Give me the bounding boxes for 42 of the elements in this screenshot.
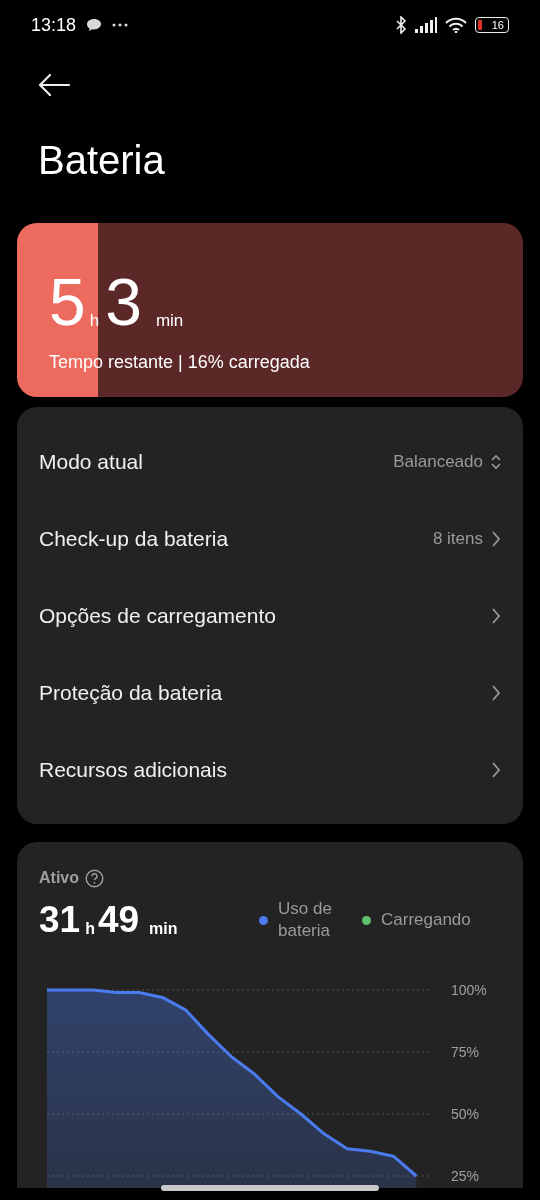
minutes-unit: min — [155, 312, 184, 329]
status-time: 13:18 — [31, 13, 77, 37]
active-label: Ativo — [39, 868, 79, 888]
active-hours-unit: h — [85, 921, 95, 937]
hours-unit: h — [89, 312, 100, 329]
row-label: Opções de carregamento — [39, 602, 276, 629]
y-tick-label: 100% — [451, 982, 487, 998]
help-icon[interactable] — [85, 868, 104, 888]
row-label: Check-up da bateria — [39, 525, 229, 552]
settings-row[interactable]: Opções de carregamento — [17, 577, 523, 654]
row-label: Proteção da bateria — [39, 679, 223, 706]
more-dots-icon — [112, 23, 129, 27]
row-label: Recursos adicionais — [39, 756, 227, 783]
y-tick-label: 25% — [451, 1168, 480, 1184]
wifi-icon — [445, 17, 467, 33]
settings-row[interactable]: Modo atual Balanceado — [17, 423, 523, 500]
chevron-right-icon — [491, 529, 501, 548]
active-hours: 31 — [39, 903, 81, 937]
y-tick-label: 75% — [451, 1044, 480, 1060]
settings-row[interactable]: Recursos adicionais — [17, 731, 523, 808]
settings-row[interactable]: Proteção da bateria — [17, 654, 523, 731]
chat-bubble-icon — [86, 18, 103, 32]
back-arrow-icon[interactable] — [38, 74, 70, 96]
active-minutes-unit: min — [149, 921, 178, 937]
chevron-right-icon — [491, 760, 501, 779]
legend-label: Carregando — [381, 909, 471, 931]
row-value: 8 itens — [432, 527, 483, 550]
signal-icon — [415, 17, 437, 33]
row-value: Balanceado — [393, 450, 483, 473]
hours-value: 5 — [49, 275, 86, 329]
row-label: Modo atual — [39, 448, 143, 475]
page-title: Bateria — [38, 140, 166, 180]
minutes-value: 3 — [105, 275, 142, 329]
up-down-chevron-icon — [491, 453, 501, 470]
legend-label: Uso de bateria — [278, 898, 333, 942]
y-tick-label: 50% — [451, 1106, 480, 1122]
chevron-right-icon — [491, 606, 501, 625]
chevron-right-icon — [491, 683, 501, 702]
settings-row[interactable]: Check-up da bateria 8 itens — [17, 500, 523, 577]
bluetooth-icon — [395, 16, 407, 34]
active-minutes: 49 — [97, 903, 140, 937]
battery-percent: 16 — [491, 19, 504, 31]
